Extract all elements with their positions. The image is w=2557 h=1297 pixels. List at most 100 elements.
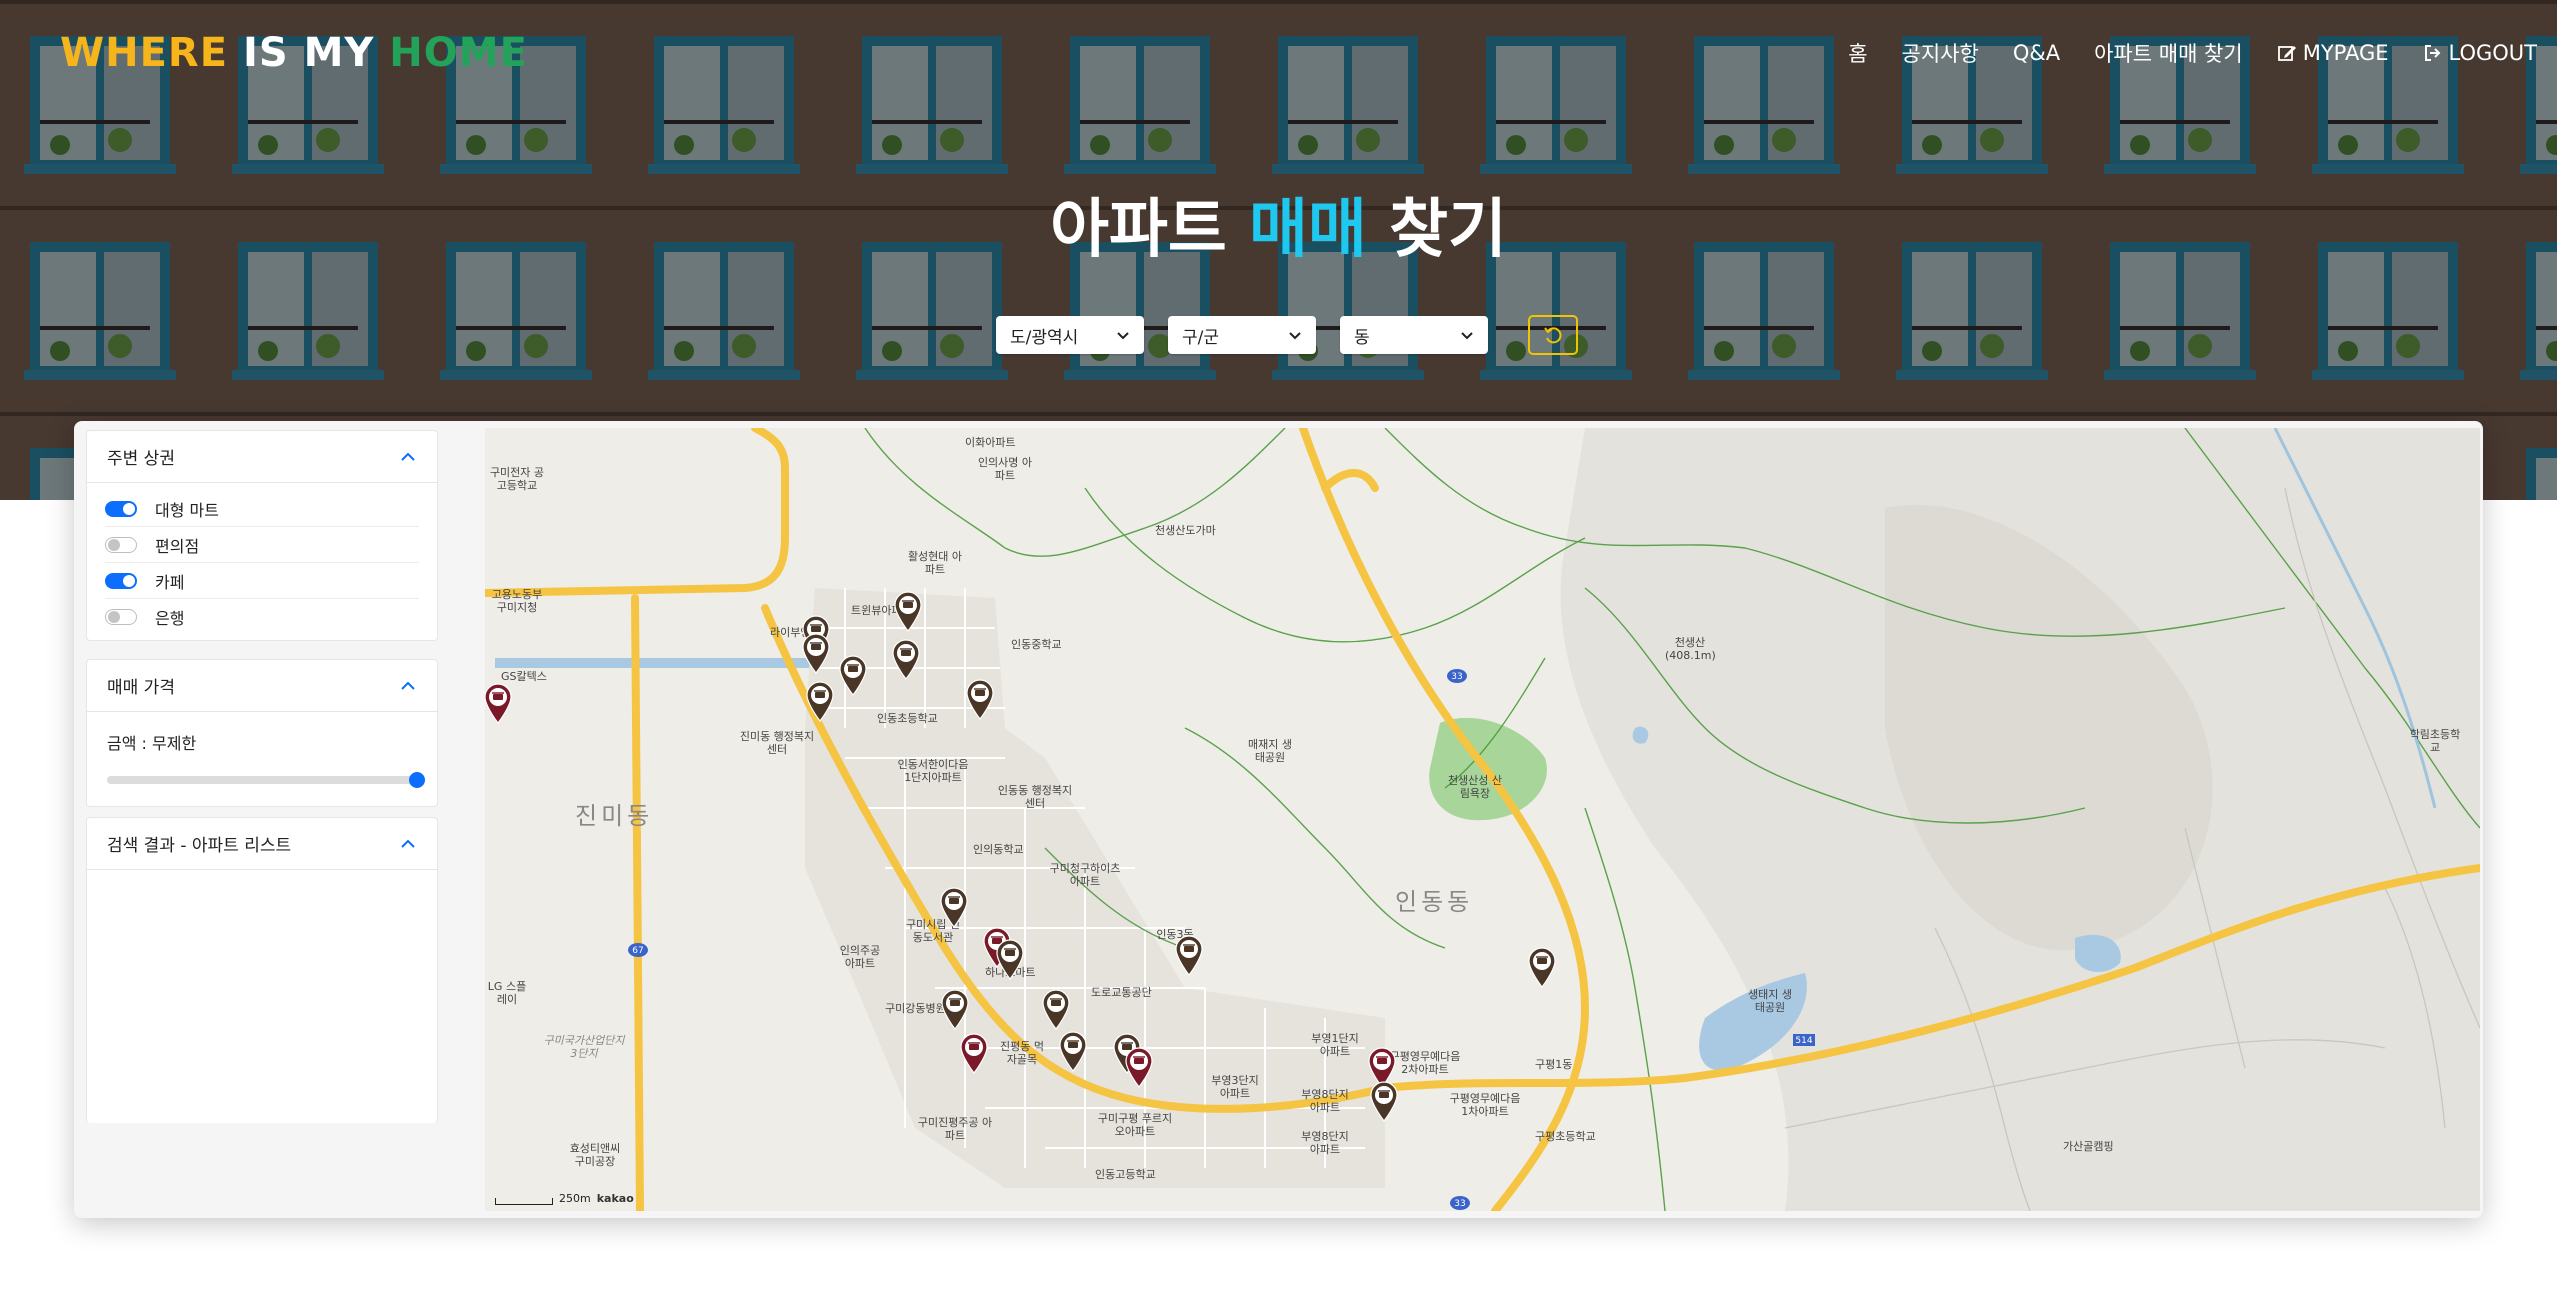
nav-mypage-label: MYPAGE <box>2302 41 2389 65</box>
convenience-switch[interactable] <box>105 536 137 553</box>
nearby-panel-title: 주변 상권 <box>107 449 175 469</box>
toggle-label: 은행 <box>155 608 185 628</box>
nearby-panel-header[interactable]: 주변 상권 <box>87 431 437 483</box>
map-marker-icon[interactable] <box>838 654 868 696</box>
chevron-down-icon <box>1461 332 1473 340</box>
nav-notice[interactable]: 공지사항 <box>1902 38 1979 68</box>
map-marker-icon[interactable] <box>995 938 1025 980</box>
road-shield-text: 33 <box>1454 1199 1465 1209</box>
chevron-up-icon <box>401 839 415 848</box>
nav-home[interactable]: 홈 <box>1848 38 1867 68</box>
map-label: 인동중학교 <box>1011 638 1062 651</box>
map-marker-icon[interactable] <box>1369 1080 1399 1122</box>
dong-select[interactable]: 동 <box>1340 316 1488 354</box>
map-marker-icon[interactable] <box>1124 1046 1154 1088</box>
map-label: 가산골캠핑 <box>2063 1140 2114 1153</box>
results-panel-header[interactable]: 검색 결과 - 아파트 리스트 <box>87 818 437 870</box>
map-label: 천생산도가마 <box>1155 524 1216 537</box>
cafe-switch[interactable] <box>105 572 137 589</box>
mart-switch[interactable] <box>105 500 137 517</box>
nav-notice-label: 공지사항 <box>1901 42 1979 66</box>
title-accent: 매매 <box>1249 193 1367 267</box>
map-label: 부영1단지 아파트 <box>1311 1032 1359 1058</box>
price-panel-header[interactable]: 매매 가격 <box>87 660 437 712</box>
map-label: 인동동 <box>1395 888 1474 916</box>
map-label: 진미동 <box>575 802 654 830</box>
sido-select-value: 도/광역시 <box>1010 327 1079 348</box>
road-shield-text: 33 <box>1451 672 1462 682</box>
toggle-label: 대형 마트 <box>155 500 219 520</box>
price-slider[interactable] <box>107 772 425 788</box>
map-marker-icon[interactable] <box>959 1032 989 1074</box>
map-scale: 250m kakao <box>495 1192 634 1205</box>
map-label: 구평1동 <box>1535 1058 1573 1071</box>
map-label: 구미구평 푸르지오아파트 <box>1097 1112 1173 1138</box>
brand-word-is-my: IS MY <box>228 30 390 76</box>
toggle-row-cafe[interactable]: 카페 <box>105 563 419 599</box>
toggle-row-mart[interactable]: 대형 마트 <box>105 491 419 527</box>
price-slider-thumb[interactable] <box>409 772 425 788</box>
chevron-down-icon <box>1117 332 1129 340</box>
nav-logout-label: LOGOUT <box>2448 41 2537 65</box>
toggle-row-convenience[interactable]: 편의점 <box>105 527 419 563</box>
map-marker-icon[interactable] <box>939 886 969 928</box>
region-filters: 도/광역시 구/군 동 <box>996 315 1578 355</box>
map-marker-icon[interactable] <box>805 680 835 722</box>
map-label: 이화아파트 <box>965 436 1016 449</box>
road-shield-text: 67 <box>632 946 643 956</box>
map-marker-icon[interactable] <box>1174 934 1204 976</box>
map-marker-icon[interactable] <box>485 682 513 724</box>
gugun-select[interactable]: 구/군 <box>1168 316 1316 354</box>
map-label: 천생산성 산림욕장 <box>1447 774 1503 800</box>
map-label: 부영3단지 아파트 <box>1211 1074 1259 1100</box>
map-marker-icon[interactable] <box>965 678 995 720</box>
map-label: 인의사명 아파트 <box>977 456 1033 482</box>
map-marker-icon[interactable] <box>801 632 831 674</box>
map-label: 구평영무예다음 2차아파트 <box>1389 1050 1461 1076</box>
nearby-toggle-list: 대형 마트 편의점 카페 은행 <box>87 483 437 640</box>
map-marker-icon[interactable] <box>891 638 921 680</box>
kakao-map[interactable]: 33 67 514 33 이화아파트 인의사명 아파트 구미전자 공고등학교 활… <box>485 428 2480 1211</box>
map-label: LG 스플레이 <box>487 980 527 1006</box>
main-card: 주변 상권 대형 마트 편의점 카페 은행 매매 가격 금액: 무제한 검색 … <box>74 421 2483 1218</box>
toggle-row-bank[interactable]: 은행 <box>105 599 419 634</box>
map-label: 학림초등학교 <box>2409 728 2461 754</box>
map-label: 인의주공 아파트 <box>839 944 881 970</box>
map-label: 고용노동부 구미지청 <box>491 588 543 614</box>
reset-button[interactable] <box>1528 315 1578 355</box>
map-label: 구미진평주공 아파트 <box>917 1116 993 1142</box>
nav-apt-search-label: 아파트 매매 찾기 <box>2094 42 2243 66</box>
map-label: 부영8단지 아파트 <box>1301 1130 1349 1156</box>
sido-select[interactable]: 도/광역시 <box>996 316 1144 354</box>
map-marker-icon[interactable] <box>1041 988 1071 1030</box>
page-title: 아파트 매매 찾기 <box>0 178 2557 270</box>
nav-apt-search[interactable]: 아파트 매매 찾기 <box>2094 38 2243 68</box>
nav-home-label: 홈 <box>1848 42 1868 66</box>
map-label: 매재지 생태공원 <box>1248 738 1292 764</box>
map-marker-icon[interactable] <box>1527 946 1557 988</box>
map-marker-icon[interactable] <box>1058 1030 1088 1072</box>
map-label: 효성티앤씨 구미공장 <box>569 1142 621 1168</box>
price-panel-title: 매매 가격 <box>107 678 175 698</box>
nav-qna[interactable]: Q&A <box>2013 38 2060 68</box>
map-marker-icon[interactable] <box>940 988 970 1030</box>
nav-qna-label: Q&A <box>2012 41 2061 65</box>
map-label: 부영8단지 아파트 <box>1301 1088 1349 1114</box>
bank-switch[interactable] <box>105 608 137 625</box>
results-panel-title: 검색 결과 - 아파트 리스트 <box>107 836 292 856</box>
top-nav: 홈 공지사항 Q&A 아파트 매매 찾기 MYPAGE LOGOUT <box>1814 38 2537 68</box>
map-label: 인동고등학교 <box>1095 1168 1156 1181</box>
map-label: 진미동 행정복지센터 <box>739 730 815 756</box>
toggle-label: 카페 <box>155 572 185 592</box>
edit-icon <box>2277 46 2296 61</box>
map-label: 천생산 (408.1m) <box>1665 636 1716 662</box>
nav-logout[interactable]: LOGOUT <box>2423 38 2537 68</box>
toggle-label: 편의점 <box>155 536 200 556</box>
map-label: 구평영무예다음 1차아파트 <box>1449 1092 1521 1118</box>
road-shield-text: 514 <box>1795 1036 1812 1046</box>
map-label: 도로교통공단 <box>1091 986 1152 999</box>
nav-mypage[interactable]: MYPAGE <box>2277 38 2389 68</box>
map-label: 인의동학교 <box>973 843 1024 856</box>
brand-logo[interactable]: WHERE IS MY HOME <box>60 30 528 76</box>
map-marker-icon[interactable] <box>893 590 923 632</box>
